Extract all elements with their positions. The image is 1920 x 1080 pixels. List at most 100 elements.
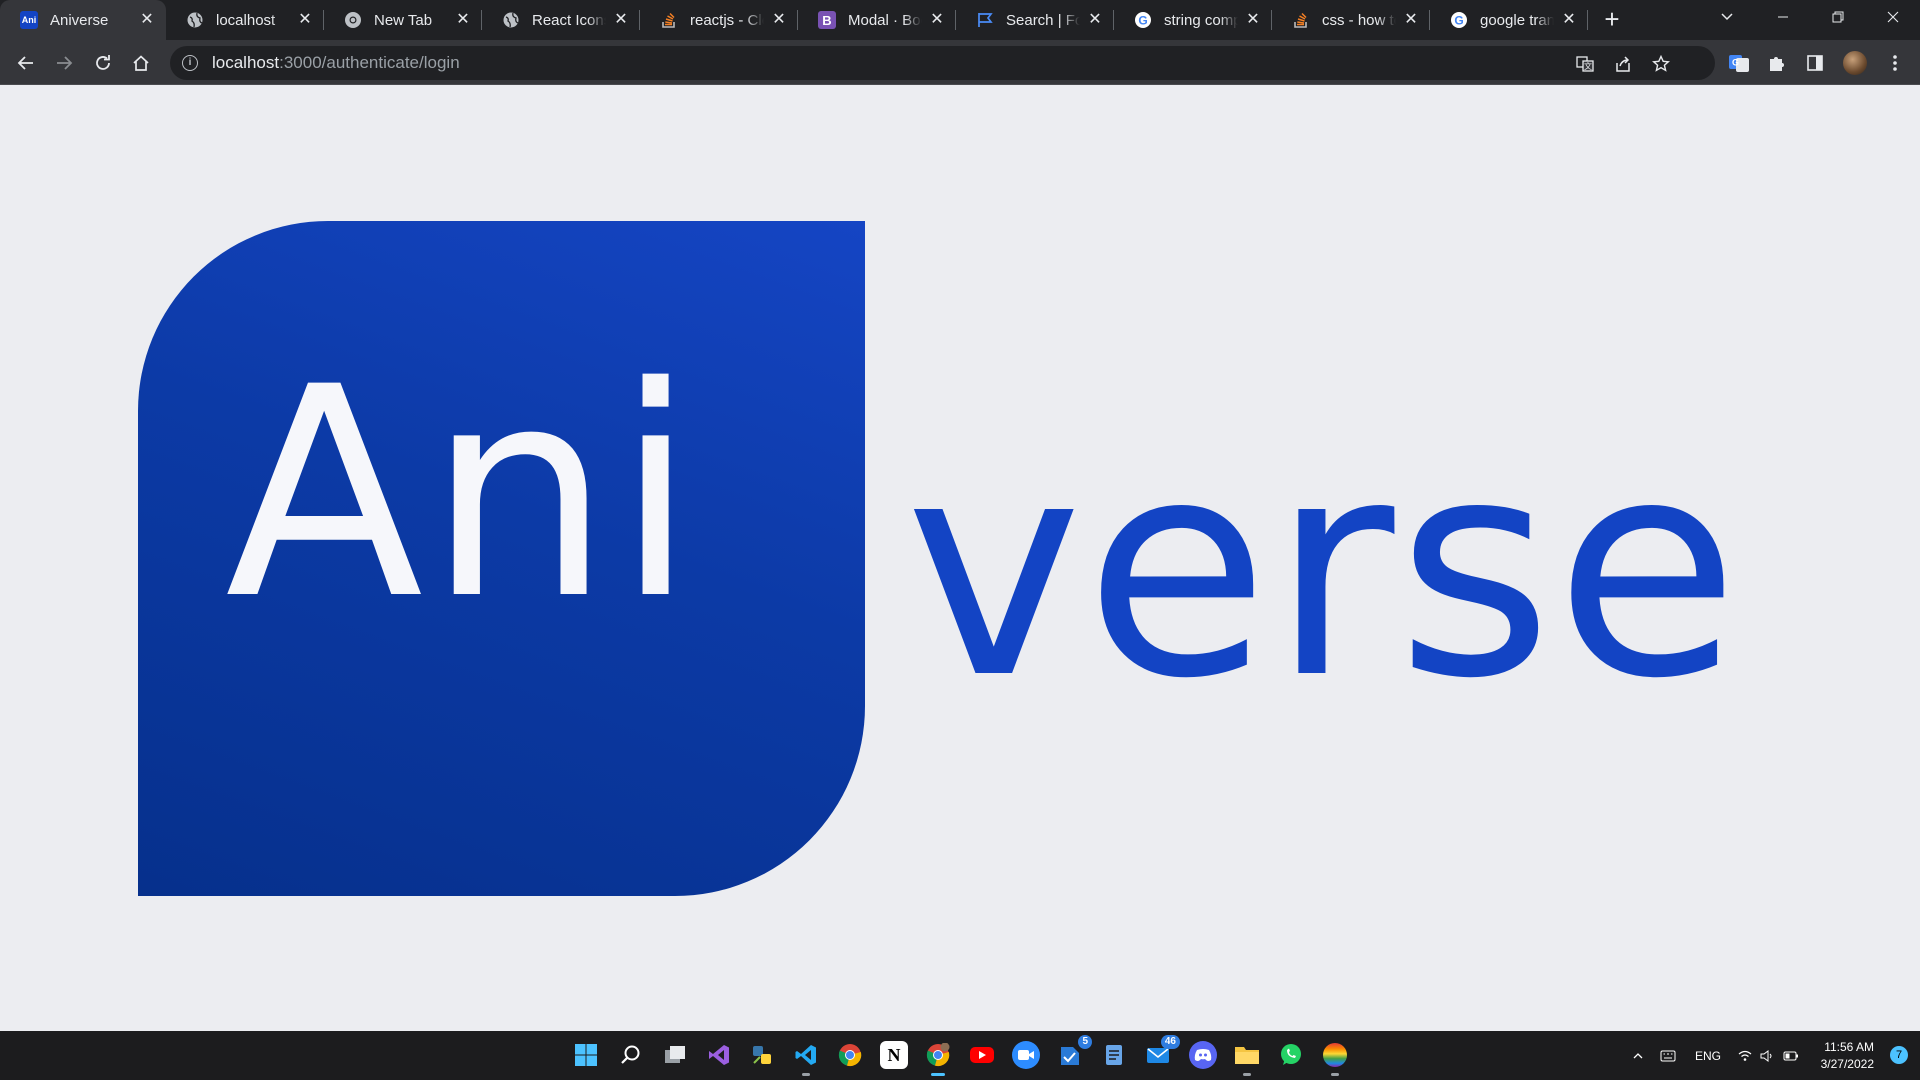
share-icon[interactable]: [1613, 54, 1633, 74]
translate-icon[interactable]: 文: [1575, 54, 1595, 74]
tab-css-how-to[interactable]: css - how to ✕: [1272, 0, 1430, 40]
url-host: localhost: [212, 53, 280, 72]
tab-title: string compa: [1164, 11, 1238, 29]
tab-title: New Tab: [374, 11, 433, 29]
tab-title: localhost: [216, 11, 276, 29]
language-indicator[interactable]: ENG: [1695, 1031, 1721, 1080]
close-icon[interactable]: ✕: [1244, 11, 1262, 29]
youtube-icon[interactable]: [968, 1041, 996, 1069]
wifi-icon[interactable]: [1738, 1031, 1752, 1080]
visual-studio-icon[interactable]: [705, 1041, 733, 1069]
logo-text-ani: Ani: [225, 326, 700, 663]
whatsapp-icon[interactable]: [1277, 1041, 1305, 1069]
tab-title: Modal · Boot: [848, 11, 922, 29]
svg-text:G: G: [1732, 58, 1739, 68]
discord-icon[interactable]: [1189, 1041, 1217, 1069]
tray-overflow-chevron-icon[interactable]: [1632, 1031, 1644, 1080]
tab-title: reactjs - Clea: [690, 11, 764, 29]
chrome-icon: [344, 11, 362, 29]
tab-new-tab[interactable]: New Tab ✕: [324, 0, 482, 40]
close-icon[interactable]: ✕: [770, 11, 788, 29]
close-icon[interactable]: ✕: [1560, 11, 1578, 29]
side-panel-icon[interactable]: [1800, 48, 1830, 78]
tab-title: css - how to: [1322, 11, 1396, 29]
tab-google-translate[interactable]: G google trans ✕: [1430, 0, 1588, 40]
keyboard-icon[interactable]: [1660, 1031, 1676, 1080]
clock-time: 11:56 AM: [1824, 1040, 1874, 1054]
close-icon[interactable]: ✕: [1402, 11, 1420, 29]
new-tab-button[interactable]: +: [1594, 0, 1630, 40]
windows-start-icon[interactable]: [572, 1041, 600, 1069]
task-view-icon[interactable]: [661, 1041, 689, 1069]
reload-icon[interactable]: [88, 48, 118, 78]
notepad-icon[interactable]: [1100, 1041, 1128, 1069]
notification-count-badge[interactable]: 7: [1890, 1046, 1908, 1064]
python-idle-icon[interactable]: [748, 1041, 776, 1069]
logo-text-verse: verse: [905, 395, 1742, 744]
globe-icon: [502, 11, 520, 29]
close-icon[interactable]: ✕: [1086, 11, 1104, 29]
menu-kebab-icon[interactable]: [1880, 48, 1910, 78]
profile-avatar[interactable]: [1840, 48, 1870, 78]
tab-bootstrap-modal[interactable]: B Modal · Boot ✕: [798, 0, 956, 40]
site-info-icon[interactable]: i: [182, 55, 198, 71]
google-icon: G: [1134, 11, 1152, 29]
svg-text:G: G: [1138, 14, 1147, 28]
bookmark-star-icon[interactable]: [1651, 54, 1671, 74]
bootstrap-icon: B: [818, 11, 836, 29]
forward-icon[interactable]: [49, 48, 79, 78]
tab-search-chevron-icon[interactable]: [1712, 0, 1742, 40]
flag-icon: [976, 11, 994, 29]
mail-icon[interactable]: 46: [1144, 1035, 1180, 1069]
minimize-icon[interactable]: [1755, 0, 1810, 40]
rainbow-circle-icon[interactable]: [1321, 1041, 1349, 1076]
close-icon[interactable]: ✕: [296, 11, 314, 29]
notion-icon[interactable]: N: [880, 1041, 908, 1069]
globe-icon: [186, 11, 204, 29]
google-translate-extension-icon[interactable]: G: [1724, 48, 1754, 78]
back-icon[interactable]: [11, 48, 41, 78]
close-icon[interactable]: ✕: [612, 11, 630, 29]
vscode-icon[interactable]: [792, 1041, 820, 1076]
restore-icon[interactable]: [1810, 0, 1865, 40]
tab-localhost[interactable]: localhost ✕: [166, 0, 324, 40]
search-icon[interactable]: [617, 1041, 645, 1069]
address-bar[interactable]: i localhost:3000/authenticate/login 文: [170, 46, 1715, 80]
window-controls: [1755, 0, 1920, 40]
svg-text:文: 文: [1584, 61, 1592, 71]
tab-title: google trans: [1480, 11, 1554, 29]
tasks-badge: 5: [1078, 1035, 1092, 1049]
windows-taskbar: N 5 46 ENG 11:56 AM 3/27/2022 7: [0, 1031, 1920, 1080]
tab-font-search[interactable]: Search | Font ✕: [956, 0, 1114, 40]
tab-title: Search | Font: [1006, 11, 1080, 29]
close-icon[interactable]: ✕: [928, 11, 946, 29]
stackoverflow-icon: [660, 11, 678, 29]
folder-icon[interactable]: [1233, 1041, 1261, 1076]
chrome-profile-icon[interactable]: [924, 1041, 952, 1076]
extensions-puzzle-icon[interactable]: [1762, 48, 1792, 78]
system-clock[interactable]: 11:56 AM 3/27/2022: [1821, 1039, 1874, 1073]
svg-text:G: G: [1454, 14, 1463, 28]
zoom-icon[interactable]: [1012, 1041, 1040, 1069]
tab-string-compare[interactable]: G string compa ✕: [1114, 0, 1272, 40]
battery-icon[interactable]: [1783, 1031, 1799, 1080]
tab-aniverse[interactable]: Ani Aniverse ✕: [0, 0, 166, 40]
tab-title: React Icons: [532, 11, 606, 29]
home-icon[interactable]: [126, 48, 156, 78]
tasks-icon[interactable]: 5: [1056, 1035, 1092, 1069]
close-window-icon[interactable]: [1865, 0, 1920, 40]
volume-icon[interactable]: [1760, 1031, 1774, 1080]
url-path: :3000/authenticate/login: [279, 53, 460, 72]
aniverse-favicon: Ani: [20, 11, 38, 29]
tab-react-icons[interactable]: React Icons ✕: [482, 0, 640, 40]
chrome-icon[interactable]: [836, 1041, 864, 1069]
url-text[interactable]: localhost:3000/authenticate/login: [212, 53, 460, 73]
close-icon[interactable]: ✕: [454, 11, 472, 29]
stackoverflow-icon: [1292, 11, 1310, 29]
tab-title: Aniverse: [50, 11, 109, 29]
close-icon[interactable]: ✕: [138, 11, 156, 29]
google-icon: G: [1450, 11, 1468, 29]
mail-badge: 46: [1160, 1035, 1180, 1049]
tab-list: Ani Aniverse ✕ localhost ✕ New Tab ✕ Rea…: [0, 0, 1588, 40]
tab-reactjs-stackoverflow[interactable]: reactjs - Clea ✕: [640, 0, 798, 40]
